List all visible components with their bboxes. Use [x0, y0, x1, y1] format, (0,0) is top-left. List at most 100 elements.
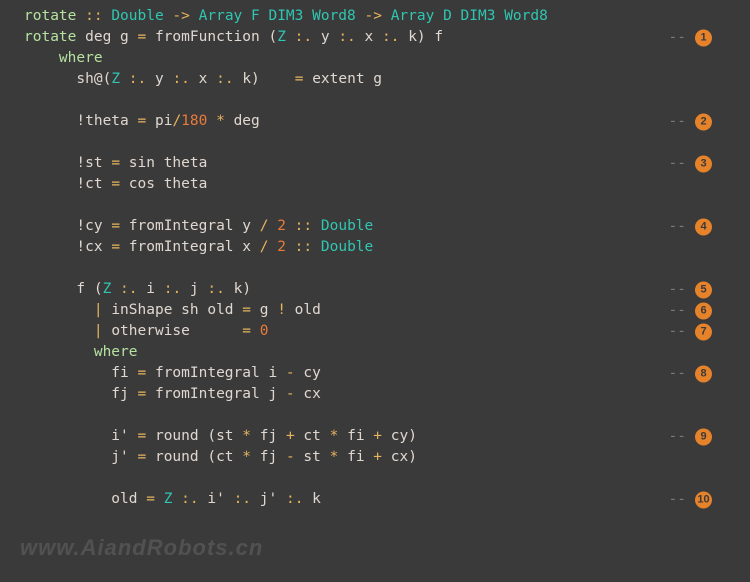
code-line	[24, 132, 740, 153]
code-token: i'	[24, 428, 138, 444]
code-token: fromIntegral x	[129, 239, 260, 255]
annotation-badge: 8	[695, 365, 712, 382]
code-token: !theta	[24, 113, 138, 129]
annotation-badge: 5	[695, 281, 712, 298]
code-line: rotate deg g = fromFunction (Z :. y :. x…	[24, 27, 740, 48]
code-token: fi	[347, 449, 373, 465]
code-token: fi	[347, 428, 373, 444]
code-token	[24, 50, 59, 66]
code-token: Z	[164, 491, 181, 507]
code-token: :.	[295, 29, 321, 45]
code-line: fj = fromIntegral j - cx	[24, 384, 740, 405]
code-token: /	[260, 218, 277, 234]
code-token: !cy	[24, 218, 111, 234]
code-token: x	[199, 71, 216, 87]
annotation-badge: 6	[695, 302, 712, 319]
annotation-badge: 3	[695, 155, 712, 172]
code-token: 180	[181, 113, 216, 129]
code-token	[24, 197, 33, 213]
code-token: =	[138, 449, 155, 465]
code-token: *	[330, 449, 347, 465]
code-token: round (ct	[155, 449, 242, 465]
annotation-dash: --	[669, 426, 686, 447]
code-token: Double	[111, 8, 172, 24]
annotation-dash: --	[669, 363, 686, 384]
code-token: :.	[216, 71, 242, 87]
code-token: j	[190, 281, 207, 297]
code-token: !st	[24, 155, 111, 171]
code-token: deg	[234, 113, 260, 129]
code-token: k) f	[408, 29, 443, 45]
code-token: Array F DIM3 Word8	[199, 8, 365, 24]
code-token: =	[111, 239, 128, 255]
code-line: f (Z :. i :. j :. k)--5	[24, 279, 740, 300]
code-token: x	[365, 29, 382, 45]
code-line	[24, 90, 740, 111]
code-token: where	[59, 50, 103, 66]
code-block: rotate :: Double -> Array F DIM3 Word8 -…	[0, 0, 750, 516]
code-token	[24, 407, 33, 423]
code-token: =	[242, 302, 259, 318]
code-token: cx	[303, 386, 320, 402]
code-token: pi	[155, 113, 172, 129]
annotation-dash: --	[669, 489, 686, 510]
code-token: k	[312, 491, 321, 507]
code-token: /	[172, 113, 181, 129]
code-token: where	[94, 344, 138, 360]
code-token: st	[303, 449, 329, 465]
code-token: +	[286, 428, 303, 444]
code-token	[24, 260, 33, 276]
code-token: cy	[303, 365, 320, 381]
code-line	[24, 468, 740, 489]
code-token: g	[260, 302, 277, 318]
code-token: i'	[207, 491, 233, 507]
code-line: i' = round (st * fj + ct * fi + cy)--9	[24, 426, 740, 447]
code-token: Array D DIM3 Word8	[391, 8, 548, 24]
code-token: fromIntegral y	[129, 218, 260, 234]
code-token: =	[146, 491, 163, 507]
code-token: ::	[295, 239, 321, 255]
code-token: cos theta	[129, 176, 208, 192]
code-line: !st = sin theta--3	[24, 153, 740, 174]
code-token: rotate	[24, 8, 85, 24]
code-token: =	[295, 71, 312, 87]
code-line: | inShape sh old = g ! old--6	[24, 300, 740, 321]
code-line	[24, 258, 740, 279]
code-token: fromIntegral i	[155, 365, 286, 381]
code-token: :.	[382, 29, 408, 45]
code-token: old	[24, 491, 146, 507]
code-line: !theta = pi/180 * deg--2	[24, 111, 740, 132]
code-token: old	[295, 302, 321, 318]
annotation-badge: 4	[695, 218, 712, 235]
code-token: :.	[338, 29, 364, 45]
code-token: 2	[277, 239, 294, 255]
code-token	[24, 134, 33, 150]
code-line: fi = fromIntegral i - cy--8	[24, 363, 740, 384]
code-token: 0	[260, 323, 269, 339]
code-token: fj	[260, 449, 286, 465]
annotation-dash: --	[669, 111, 686, 132]
watermark-text: www.AiandRobots.cn	[20, 532, 263, 564]
code-token: ::	[85, 8, 111, 24]
annotation-dash: --	[669, 321, 686, 342]
code-token: :.	[129, 71, 155, 87]
code-token: Double	[321, 218, 373, 234]
code-token: :.	[181, 491, 207, 507]
code-token: =	[138, 113, 155, 129]
code-token: ->	[172, 8, 198, 24]
code-token: y	[321, 29, 338, 45]
code-token: =	[138, 428, 155, 444]
code-token	[24, 92, 33, 108]
code-token: 2	[277, 218, 294, 234]
code-token: -	[286, 365, 303, 381]
code-token: otherwise	[111, 323, 242, 339]
code-token: |	[94, 323, 111, 339]
code-token: !	[277, 302, 294, 318]
code-token: -	[286, 449, 303, 465]
code-token: rotate	[24, 29, 85, 45]
code-line: !ct = cos theta	[24, 174, 740, 195]
code-token: i	[146, 281, 163, 297]
code-token: =	[138, 386, 155, 402]
code-token	[24, 323, 94, 339]
code-token: sh@(	[24, 71, 111, 87]
